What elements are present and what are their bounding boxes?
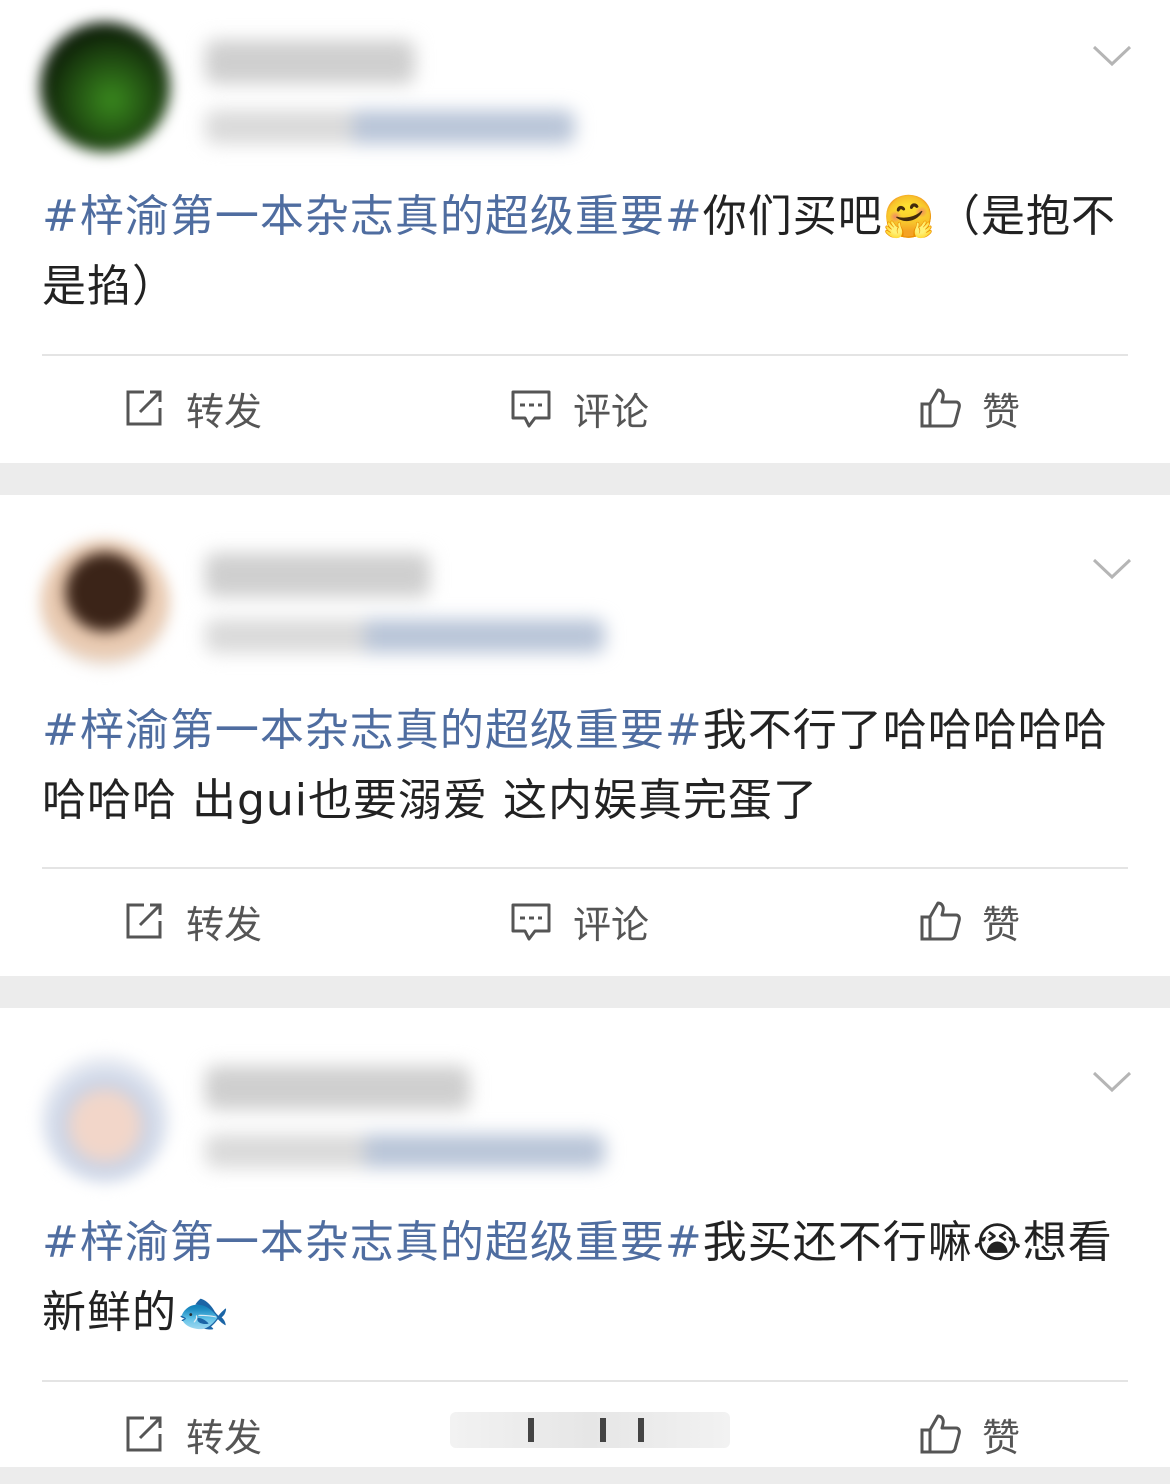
thumbs-up-icon xyxy=(920,1414,961,1454)
thumbs-up-icon xyxy=(920,901,961,941)
like-label: 赞 xyxy=(982,389,1021,434)
comment-button[interactable]: 评论 xyxy=(509,871,649,971)
repost-icon xyxy=(126,903,162,939)
comment-icon xyxy=(511,390,551,428)
post-meta-blurred xyxy=(205,110,575,144)
thumbs-up-icon xyxy=(920,388,961,428)
loading-placeholder xyxy=(450,1412,730,1448)
post-text: #梓渝第一本杂志真的超级重要#我不行了哈哈哈哈哈哈哈哈 出gui也要溺爱 这内娱… xyxy=(42,705,1108,826)
fish-emoji: 🐟 xyxy=(177,1288,231,1337)
like-label: 赞 xyxy=(982,1415,1021,1460)
topic-link[interactable]: #梓渝第一本杂志真的超级重要# xyxy=(42,705,703,756)
action-bar: 转发 评论 赞 xyxy=(0,358,1170,458)
like-button[interactable]: 赞 xyxy=(918,1384,1020,1484)
hugging-face-emoji: 🤗 xyxy=(882,192,937,241)
post-card-3: #梓渝第一本杂志真的超级重要#我买还不行嘛😭想看新鲜的🐟 转发 赞 xyxy=(0,1008,1170,1467)
avatar[interactable] xyxy=(40,1054,170,1184)
crying-face-emoji: 😭 xyxy=(972,1218,1023,1267)
comment-label: 评论 xyxy=(573,902,650,947)
repost-label: 转发 xyxy=(186,1415,263,1460)
like-button[interactable]: 赞 xyxy=(918,871,1020,971)
action-bar: 转发 评论 赞 xyxy=(0,871,1170,971)
post-card-1: #梓渝第一本杂志真的超级重要#你们买吧🤗（是抱不是掐） 转发 评论 赞 xyxy=(0,0,1170,463)
like-label: 赞 xyxy=(982,902,1021,947)
like-button[interactable]: 赞 xyxy=(918,358,1020,458)
comment-button[interactable]: 评论 xyxy=(509,358,649,458)
repost-icon xyxy=(126,390,162,426)
repost-button[interactable]: 转发 xyxy=(122,358,262,458)
chevron-down-icon[interactable] xyxy=(1092,557,1132,581)
username-blurred[interactable] xyxy=(205,1066,470,1110)
post-card-2: #梓渝第一本杂志真的超级重要#我不行了哈哈哈哈哈哈哈哈 出gui也要溺爱 这内娱… xyxy=(0,495,1170,976)
repost-button[interactable]: 转发 xyxy=(122,871,262,971)
post-text: #梓渝第一本杂志真的超级重要#你们买吧🤗（是抱不是掐） xyxy=(42,191,1117,312)
post-meta-blurred xyxy=(205,1134,605,1168)
post-meta-blurred xyxy=(205,619,605,653)
comment-label: 评论 xyxy=(573,389,650,434)
avatar[interactable] xyxy=(40,22,170,152)
comment-icon xyxy=(511,903,551,941)
post-text: #梓渝第一本杂志真的超级重要#我买还不行嘛😭想看新鲜的🐟 xyxy=(42,1217,1113,1338)
divider xyxy=(42,354,1128,356)
username-blurred[interactable] xyxy=(205,553,430,597)
avatar[interactable] xyxy=(40,540,170,670)
divider xyxy=(42,1380,1128,1382)
chevron-down-icon[interactable] xyxy=(1092,44,1132,68)
divider xyxy=(42,867,1128,869)
repost-icon xyxy=(126,1416,162,1452)
topic-link[interactable]: #梓渝第一本杂志真的超级重要# xyxy=(42,1217,703,1268)
chevron-down-icon[interactable] xyxy=(1092,1070,1132,1094)
action-bar: 转发 赞 xyxy=(0,1384,1170,1484)
repost-label: 转发 xyxy=(186,389,263,434)
repost-label: 转发 xyxy=(186,902,263,947)
repost-button[interactable]: 转发 xyxy=(122,1384,262,1484)
topic-link[interactable]: #梓渝第一本杂志真的超级重要# xyxy=(42,191,703,242)
username-blurred[interactable] xyxy=(205,40,415,84)
